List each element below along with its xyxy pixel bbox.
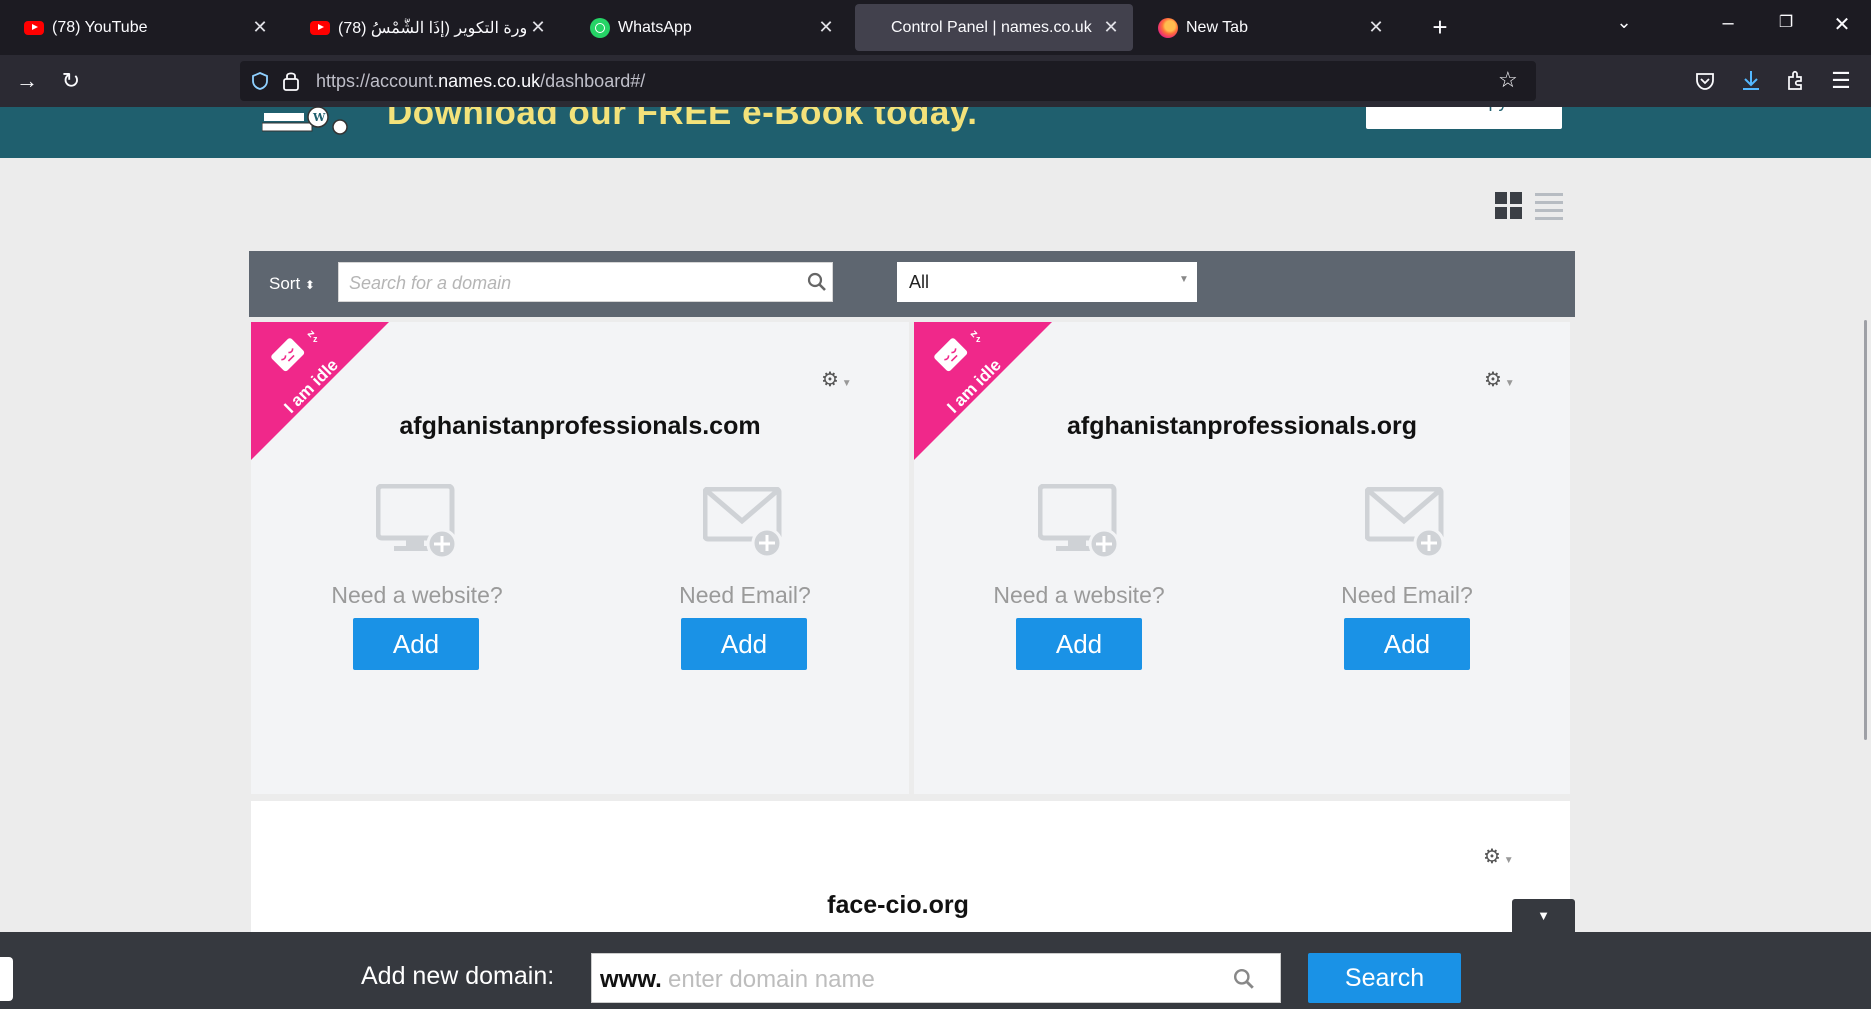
tab-title: (78) YouTube: [52, 18, 148, 36]
promo-banner[interactable]: W Download our FREE e-Book today. Get a …: [0, 107, 1871, 158]
get-a-copy-button[interactable]: Get a copy: [1366, 107, 1562, 129]
toggle-bottom-bar-button[interactable]: ▼: [1512, 899, 1575, 933]
browser-tab-new-tab[interactable]: New Tab ✕: [1138, 4, 1398, 51]
youtube-icon: [24, 18, 44, 38]
tab-title: Control Panel | names.co.uk: [891, 18, 1092, 36]
new-tab-button[interactable]: +: [1420, 12, 1460, 43]
svg-text:z: z: [976, 334, 981, 344]
chevron-down-icon: ▼: [1179, 274, 1189, 285]
tab-title: New Tab: [1186, 18, 1248, 36]
add-domain-bar: Add new domain: www. enter domain name S…: [0, 932, 1871, 1009]
search-domain-button[interactable]: Search: [1308, 953, 1461, 1003]
domain-filter-toolbar: Sort ⬍ Search for a domain All ▼: [249, 251, 1575, 317]
add-domain-label: Add new domain:: [361, 962, 555, 990]
add-website-monitor-icon: [376, 484, 458, 560]
bookmark-star-icon[interactable]: ☆: [1498, 67, 1518, 93]
domain-settings-gear-icon[interactable]: ⚙ ▼: [1483, 844, 1514, 869]
need-email-label: Need Email?: [679, 582, 811, 608]
idle-ribbon: z z I am idle: [251, 322, 389, 460]
browser-nav-bar: → ↻ https://account.names.co.uk/dashboar…: [0, 55, 1871, 107]
idle-ribbon: z z I am idle: [914, 322, 1052, 460]
downloads-icon[interactable]: [1740, 69, 1762, 93]
close-window-button[interactable]: ✕: [1822, 12, 1862, 37]
svg-text:z: z: [313, 334, 318, 344]
new-domain-input[interactable]: www. enter domain name: [591, 953, 1281, 1003]
close-tab-icon[interactable]: ✕: [814, 17, 838, 38]
reload-icon[interactable]: ↻: [56, 68, 86, 94]
domain-settings-gear-icon[interactable]: ⚙ ▼: [821, 367, 852, 392]
need-website-label: Need a website?: [331, 582, 503, 608]
sort-button[interactable]: Sort ⬍: [269, 274, 315, 294]
forward-icon[interactable]: →: [12, 68, 42, 94]
domain-name: face-cio.org: [827, 891, 969, 919]
domain-card: z z I am idle ⚙ ▼ afghanistanprofessiona…: [251, 322, 909, 794]
pocket-icon[interactable]: [1694, 70, 1716, 92]
filter-value: All: [909, 272, 930, 292]
list-all-tabs-icon[interactable]: ⌄: [1604, 12, 1644, 33]
url-text: https://account.names.co.uk/dashboard#/: [316, 71, 646, 91]
browser-tab-bar: (78) YouTube ✕ (78) سورة التكوير (إِذَا …: [0, 0, 1871, 55]
browser-tab-whatsapp[interactable]: WhatsApp ✕: [570, 4, 848, 51]
list-view-icon[interactable]: [1535, 192, 1563, 220]
side-tab[interactable]: [0, 957, 13, 1001]
youtube-icon: [310, 18, 330, 38]
add-email-envelope-icon: [703, 487, 783, 559]
lock-icon[interactable]: [282, 70, 300, 92]
status-filter-select[interactable]: All ▼: [897, 262, 1197, 302]
tab-title: WhatsApp: [618, 18, 692, 36]
search-placeholder: Search for a domain: [349, 273, 512, 293]
domain-placeholder: enter domain name: [668, 966, 875, 993]
browser-tab-control-panel[interactable]: Control Panel | names.co.uk ✕: [855, 4, 1133, 51]
shield-icon[interactable]: [250, 71, 270, 91]
close-tab-icon[interactable]: ✕: [1099, 17, 1123, 38]
add-website-monitor-icon: [1038, 484, 1120, 560]
menu-hamburger-icon[interactable]: ☰: [1826, 68, 1856, 94]
add-website-button[interactable]: Add: [1016, 618, 1142, 670]
close-tab-icon[interactable]: ✕: [1364, 17, 1388, 38]
www-prefix: www.: [600, 966, 662, 993]
sort-label: Sort: [269, 274, 301, 293]
close-tab-icon[interactable]: ✕: [248, 17, 272, 38]
firefox-icon: [1158, 17, 1178, 38]
domain-settings-gear-icon[interactable]: ⚙ ▼: [1484, 367, 1515, 392]
add-website-button[interactable]: Add: [353, 618, 479, 670]
svg-text:W: W: [312, 111, 326, 124]
search-icon[interactable]: [807, 272, 827, 292]
ebook-illustration-icon: W: [262, 107, 348, 135]
search-icon: [1233, 968, 1254, 989]
need-website-label: Need a website?: [993, 582, 1165, 608]
sort-arrows-icon: ⬍: [304, 278, 315, 292]
whatsapp-icon: [590, 17, 610, 38]
need-email-label: Need Email?: [1341, 582, 1473, 608]
grid-view-icon[interactable]: [1495, 192, 1523, 220]
tab-title: (78) سورة التكوير (إِذَا الشَّمْسُ ﴾: [338, 19, 526, 37]
close-tab-icon[interactable]: ✕: [526, 17, 550, 38]
browser-tab-youtube[interactable]: (78) YouTube ✕: [4, 4, 282, 51]
extensions-icon[interactable]: [1785, 69, 1807, 91]
domain-search-input[interactable]: Search for a domain: [338, 262, 833, 302]
add-email-envelope-icon: [1365, 487, 1445, 559]
banner-text: Download our FREE e-Book today.: [387, 107, 978, 132]
domain-name: afghanistanprofessionals.org: [1066, 412, 1418, 440]
restore-button[interactable]: ❐: [1766, 12, 1806, 32]
browser-tab-quran[interactable]: (78) سورة التكوير (إِذَا الشَّمْسُ ﴾ ✕: [290, 4, 560, 51]
page-scrollbar[interactable]: [1864, 320, 1867, 740]
minimize-button[interactable]: –: [1708, 12, 1748, 35]
add-email-button[interactable]: Add: [1344, 618, 1470, 670]
domain-name: afghanistanprofessionals.com: [399, 412, 761, 440]
domain-card: ⚙ ▼ face-cio.org: [251, 801, 1570, 941]
domain-card: z z I am idle ⚙ ▼ afghanistanprofessiona…: [914, 322, 1570, 794]
add-email-button[interactable]: Add: [681, 618, 807, 670]
address-bar[interactable]: https://account.names.co.uk/dashboard#/ …: [240, 61, 1536, 101]
